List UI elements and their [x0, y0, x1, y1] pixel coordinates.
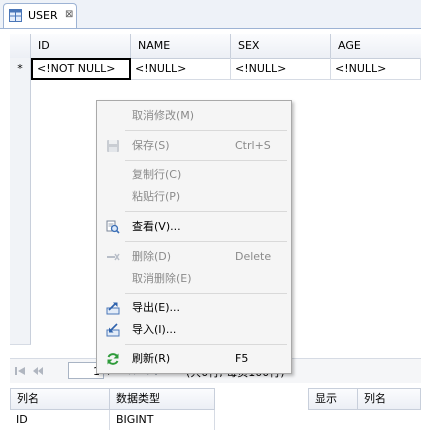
export-icon [106, 302, 120, 315]
menu-item-undo-delete[interactable]: 取消删除(E) [97, 268, 291, 290]
menu-item-import[interactable]: 导入(I)... [97, 319, 291, 341]
menu-separator [125, 130, 287, 131]
context-menu: 取消修改(M) 保存(S) Ctrl+S 复制行(C) 粘贴行(P) 查看(V)… [96, 100, 292, 374]
close-tab-icon[interactable]: ⊠ [65, 9, 73, 20]
menu-item-cancel-changes[interactable]: 取消修改(M) [97, 105, 291, 127]
menu-item-shortcut: Delete [235, 250, 272, 263]
tab-user[interactable]: USER ⊠ [3, 3, 77, 28]
row-header [10, 124, 31, 147]
row-header [10, 168, 31, 191]
menu-item-label: 取消删除(E) [132, 272, 192, 285]
row-header [10, 190, 31, 213]
menu-item-label: 导出(E)... [132, 301, 181, 314]
new-row-marker: * [10, 58, 31, 81]
menu-separator [125, 160, 287, 161]
data-type-cell[interactable]: BIGINT [110, 410, 215, 430]
menu-separator [125, 293, 287, 294]
column-panels: 列名 数据类型 ID BIGINT 显示 列名 [10, 388, 421, 430]
menu-item-export[interactable]: 导出(E)... [97, 297, 291, 319]
row-header [10, 278, 31, 301]
row-header [10, 146, 31, 169]
column-name-header[interactable]: 列名 [10, 388, 110, 410]
menu-item-label: 查看(V)... [132, 220, 181, 233]
menu-item-label: 删除(D) [132, 250, 172, 263]
display-header[interactable]: 显示 [308, 388, 358, 410]
column-header-label: ID [38, 39, 50, 52]
row-header [10, 102, 31, 125]
cell-sex[interactable]: <!NULL> [231, 58, 331, 80]
menu-item-save[interactable]: 保存(S) Ctrl+S [97, 135, 291, 157]
import-icon [106, 323, 120, 337]
column-header-label: NAME [138, 39, 171, 52]
cell-id[interactable]: <!NOT NULL> [31, 58, 131, 80]
menu-item-label: 导入(I)... [132, 323, 177, 336]
cell-name[interactable]: <!NULL> [131, 58, 231, 80]
refresh-icon [107, 353, 119, 365]
menu-item-label: 粘贴行(P) [132, 190, 181, 203]
row-header [10, 300, 31, 323]
column-header-sex[interactable]: SEX [231, 34, 331, 59]
menu-separator [125, 344, 287, 345]
view-icon [106, 220, 120, 234]
column-header-label: SEX [238, 39, 260, 52]
row-header [10, 322, 31, 345]
menu-item-label: 复制行(C) [132, 168, 182, 181]
save-icon [107, 140, 119, 152]
menu-item-paste-row[interactable]: 粘贴行(P) [97, 186, 291, 208]
row-header [10, 256, 31, 279]
row-header [10, 80, 31, 103]
menu-separator [125, 211, 287, 212]
column-name-header-right[interactable]: 列名 [357, 388, 421, 410]
menu-separator [125, 241, 287, 242]
menu-item-shortcut: Ctrl+S [235, 139, 271, 152]
menu-item-delete[interactable]: 删除(D) Delete [97, 246, 291, 268]
menu-item-label: 保存(S) [132, 139, 170, 152]
menu-item-label: 取消修改(M) [132, 109, 195, 122]
delete-row-icon [107, 253, 120, 261]
data-type-header[interactable]: 数据类型 [109, 388, 215, 410]
column-header-label: AGE [338, 39, 361, 52]
menu-item-shortcut: F5 [235, 352, 249, 365]
tab-title: USER [28, 9, 58, 22]
first-page-icon[interactable] [14, 365, 26, 377]
column-header-id[interactable]: ID [31, 34, 131, 59]
menu-item-label: 刷新(R) [132, 352, 171, 365]
cell-age[interactable]: <!NULL> [331, 58, 421, 80]
previous-page-icon[interactable] [32, 365, 44, 377]
editor-tab-bar: USER ⊠ [0, 0, 421, 29]
column-name-cell[interactable]: ID [10, 410, 110, 430]
row-header-corner [10, 34, 31, 59]
column-header-name[interactable]: NAME [131, 34, 231, 59]
menu-item-refresh[interactable]: 刷新(R) F5 [97, 348, 291, 370]
row-header [10, 212, 31, 235]
row-header [10, 234, 31, 257]
menu-item-view[interactable]: 查看(V)... [97, 216, 291, 238]
menu-item-copy-row[interactable]: 复制行(C) [97, 164, 291, 186]
table-icon [9, 9, 22, 22]
column-header-age[interactable]: AGE [331, 34, 421, 59]
